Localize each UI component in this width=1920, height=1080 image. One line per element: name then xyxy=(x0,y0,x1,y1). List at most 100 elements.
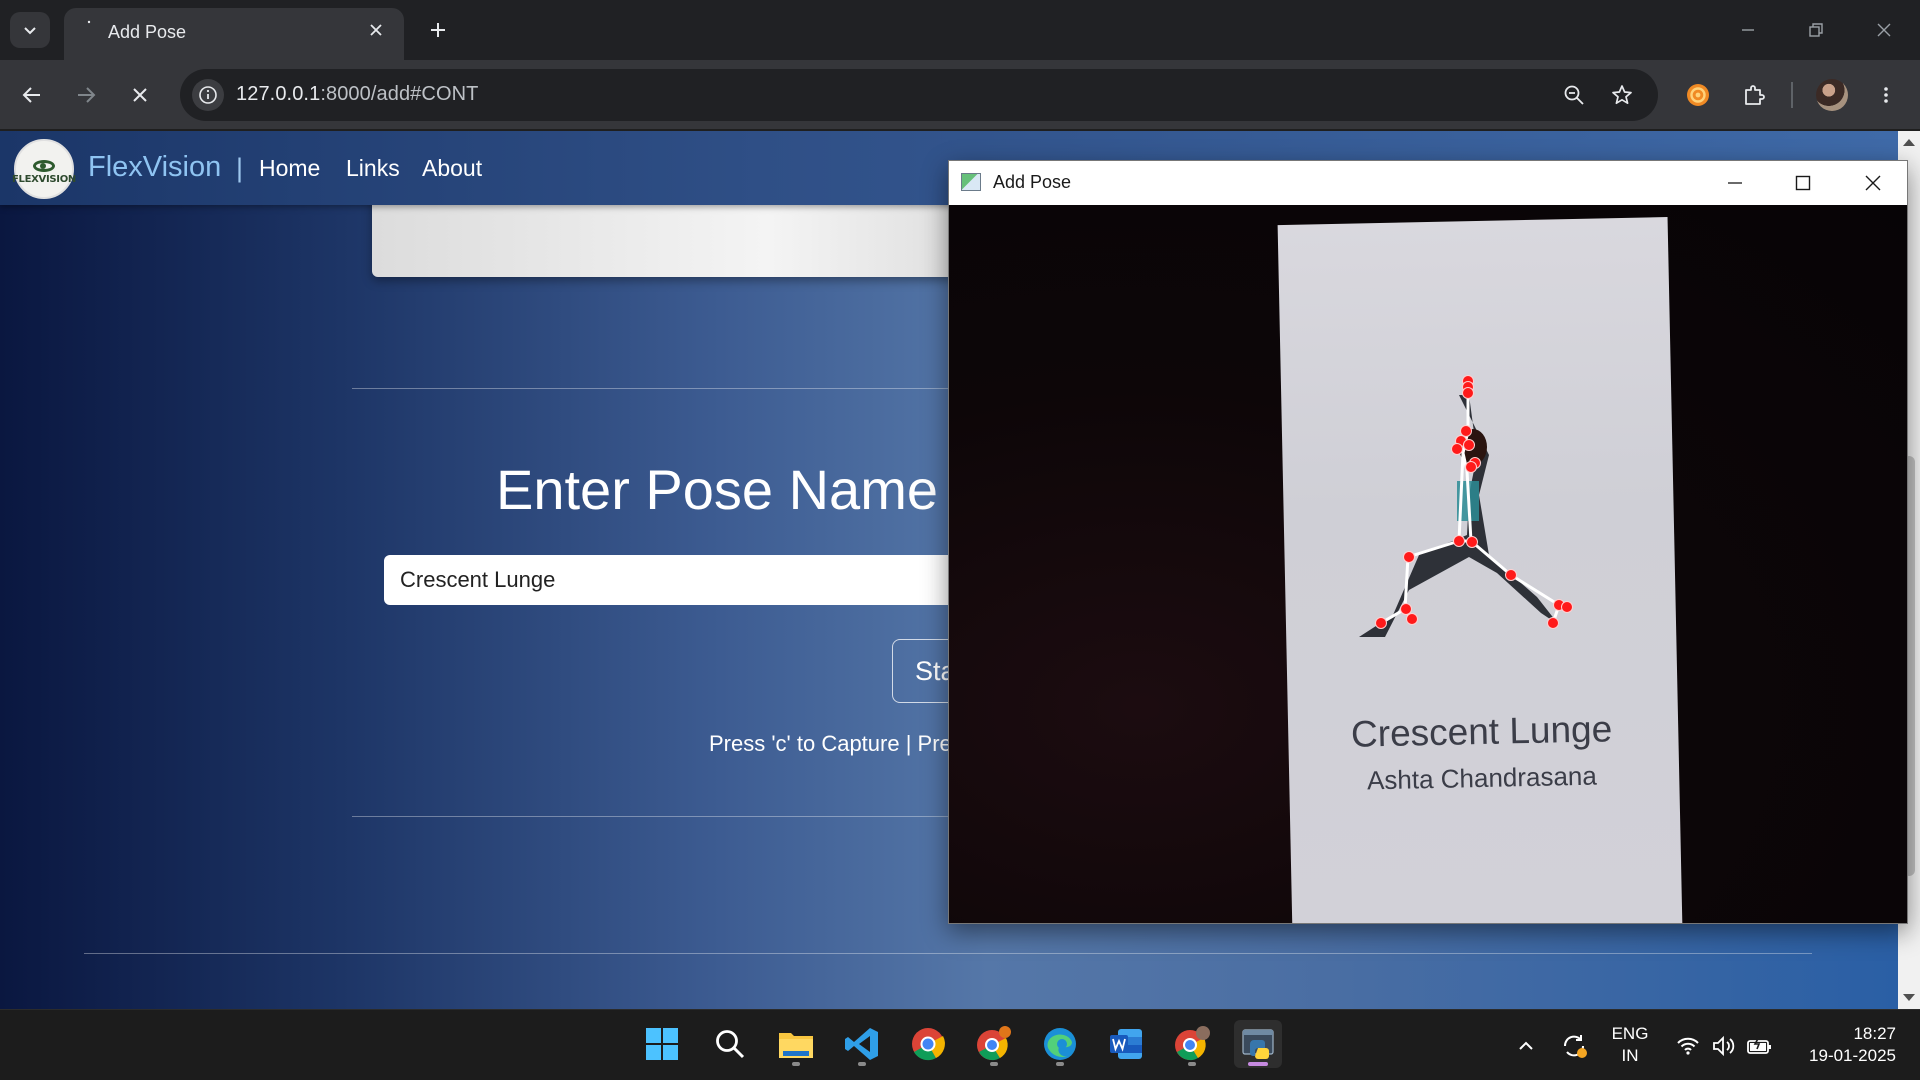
cv-minimize-button[interactable] xyxy=(1701,161,1769,205)
chevron-up-icon xyxy=(1519,1041,1533,1050)
python-window-icon xyxy=(1242,1029,1274,1059)
chrome-profile-icon xyxy=(1175,1026,1210,1061)
running-indicator xyxy=(1056,1062,1064,1066)
site-logo[interactable]: FLEXVISION xyxy=(12,139,76,199)
arrow-right-icon xyxy=(78,87,96,103)
minimize-icon xyxy=(1742,29,1754,31)
search-icon xyxy=(716,1030,745,1059)
close-icon xyxy=(1877,23,1891,37)
taskbar-app-file-explorer[interactable] xyxy=(772,1020,820,1068)
input-language-indicator[interactable]: ENG IN xyxy=(1604,1023,1656,1067)
zoom-button[interactable] xyxy=(1558,79,1590,111)
pose-skeleton-overlay xyxy=(1359,375,1573,637)
browser-menu-button[interactable] xyxy=(1868,77,1904,113)
eye-icon xyxy=(33,159,55,172)
taskbar-app-edge[interactable] xyxy=(1036,1020,1084,1068)
image-window-icon xyxy=(961,173,981,191)
taskbar-app-chrome-secondary[interactable] xyxy=(970,1020,1018,1068)
word-icon xyxy=(1110,1029,1142,1059)
extension-button[interactable] xyxy=(1680,77,1716,113)
star-icon xyxy=(1612,85,1632,105)
camera-feed: Crescent Lunge Ashta Chandrasana xyxy=(949,205,1907,923)
browser-restore-button[interactable] xyxy=(1792,10,1840,50)
opencv-window-title: Add Pose xyxy=(993,172,1072,192)
tray-overflow-button[interactable] xyxy=(1512,1032,1540,1060)
taskbar-app-vs-code[interactable] xyxy=(838,1020,886,1068)
tray-clock[interactable]: 18:27 19-01-2025 xyxy=(1790,1023,1900,1067)
pose-name-value: Crescent Lunge xyxy=(400,567,556,592)
active-indicator xyxy=(1248,1062,1268,1066)
toolbar-separator xyxy=(1791,82,1793,108)
brand-separator: | xyxy=(236,153,244,183)
forward-button[interactable] xyxy=(68,77,104,113)
wifi-icon xyxy=(1677,1037,1699,1055)
close-icon xyxy=(370,24,382,36)
running-indicator xyxy=(1188,1062,1196,1066)
plus-icon xyxy=(431,23,445,37)
scroll-up-arrow-icon[interactable] xyxy=(1903,139,1915,146)
info-icon xyxy=(199,86,217,104)
edge-icon xyxy=(1044,1028,1076,1060)
tray-sync-button[interactable] xyxy=(1560,1032,1588,1060)
clock-date: 19-01-2025 xyxy=(1809,1046,1896,1065)
close-icon xyxy=(1865,175,1881,191)
nav-link-about[interactable]: About xyxy=(422,155,482,182)
stop-loading-button[interactable] xyxy=(122,77,158,113)
running-indicator xyxy=(858,1062,866,1066)
address-bar[interactable]: 127.0.0.1:8000/add#CONT xyxy=(180,69,1658,121)
url-host: 127.0.0.1 xyxy=(236,83,321,105)
site-info-button[interactable] xyxy=(192,79,224,111)
opencv-window[interactable]: Add Pose Crescent Lunge Ashta Chandrasan… xyxy=(948,160,1908,924)
profile-avatar[interactable] xyxy=(1816,79,1848,111)
brand-name[interactable]: FlexVision xyxy=(88,151,221,184)
restore-icon xyxy=(1809,23,1823,37)
swirl-extension-icon xyxy=(1687,84,1709,106)
opencv-titlebar[interactable]: Add Pose xyxy=(949,161,1907,205)
tray-battery[interactable] xyxy=(1746,1032,1774,1060)
browser-toolbar: 127.0.0.1:8000/add#CONT xyxy=(0,60,1920,130)
loading-spinner-icon xyxy=(87,20,91,24)
footer-divider xyxy=(84,953,1812,954)
taskbar-app-word[interactable] xyxy=(1102,1020,1150,1068)
tab-close-button[interactable] xyxy=(364,18,388,42)
taskbar-start-button[interactable] xyxy=(638,1020,686,1068)
browser-minimize-button[interactable] xyxy=(1724,10,1772,50)
running-indicator xyxy=(792,1062,800,1066)
bookmark-button[interactable] xyxy=(1606,79,1638,111)
more-vertical-icon xyxy=(1884,87,1888,103)
scroll-down-arrow-icon[interactable] xyxy=(1903,994,1915,1001)
new-tab-button[interactable] xyxy=(422,14,454,46)
url-path: :8000/add#CONT xyxy=(320,83,479,105)
taskbar-search-button[interactable] xyxy=(706,1020,754,1068)
tab-search-button[interactable] xyxy=(10,12,50,48)
taskbar-app-chrome-profile[interactable] xyxy=(1168,1020,1216,1068)
extensions-menu-button[interactable] xyxy=(1736,77,1772,113)
chrome-profile-icon xyxy=(977,1026,1011,1061)
language-region: IN xyxy=(1621,1046,1639,1065)
maximize-icon xyxy=(1795,175,1811,191)
cv-close-button[interactable] xyxy=(1839,161,1907,205)
nav-link-home[interactable]: Home xyxy=(259,155,320,182)
sync-warning-icon xyxy=(1563,1035,1587,1058)
cv-maximize-button[interactable] xyxy=(1769,161,1837,205)
vs-code-icon xyxy=(845,1028,878,1060)
pose-name-input[interactable]: Crescent Lunge xyxy=(384,555,1004,605)
nav-link-links[interactable]: Links xyxy=(346,155,400,182)
tray-wifi[interactable] xyxy=(1674,1032,1702,1060)
chevron-down-icon xyxy=(24,27,36,35)
folder-icon xyxy=(779,1033,813,1058)
url-text: 127.0.0.1:8000/add#CONT xyxy=(236,83,478,106)
browser-tab-strip: Add Pose xyxy=(0,0,1920,60)
browser-tab[interactable]: Add Pose xyxy=(64,8,404,60)
chrome-icon xyxy=(912,1028,945,1061)
arrow-left-icon xyxy=(22,87,40,103)
back-button[interactable] xyxy=(14,77,50,113)
logo-wordmark: FLEXVISION xyxy=(12,173,76,185)
tray-volume[interactable] xyxy=(1710,1032,1738,1060)
form-title: Enter Pose Name xyxy=(496,458,938,521)
taskbar-app-chrome[interactable] xyxy=(904,1020,952,1068)
taskbar-app-python[interactable] xyxy=(1234,1020,1282,1068)
tab-title: Add Pose xyxy=(108,22,187,42)
zoom-out-icon xyxy=(1564,85,1584,105)
browser-close-button[interactable] xyxy=(1860,10,1908,50)
